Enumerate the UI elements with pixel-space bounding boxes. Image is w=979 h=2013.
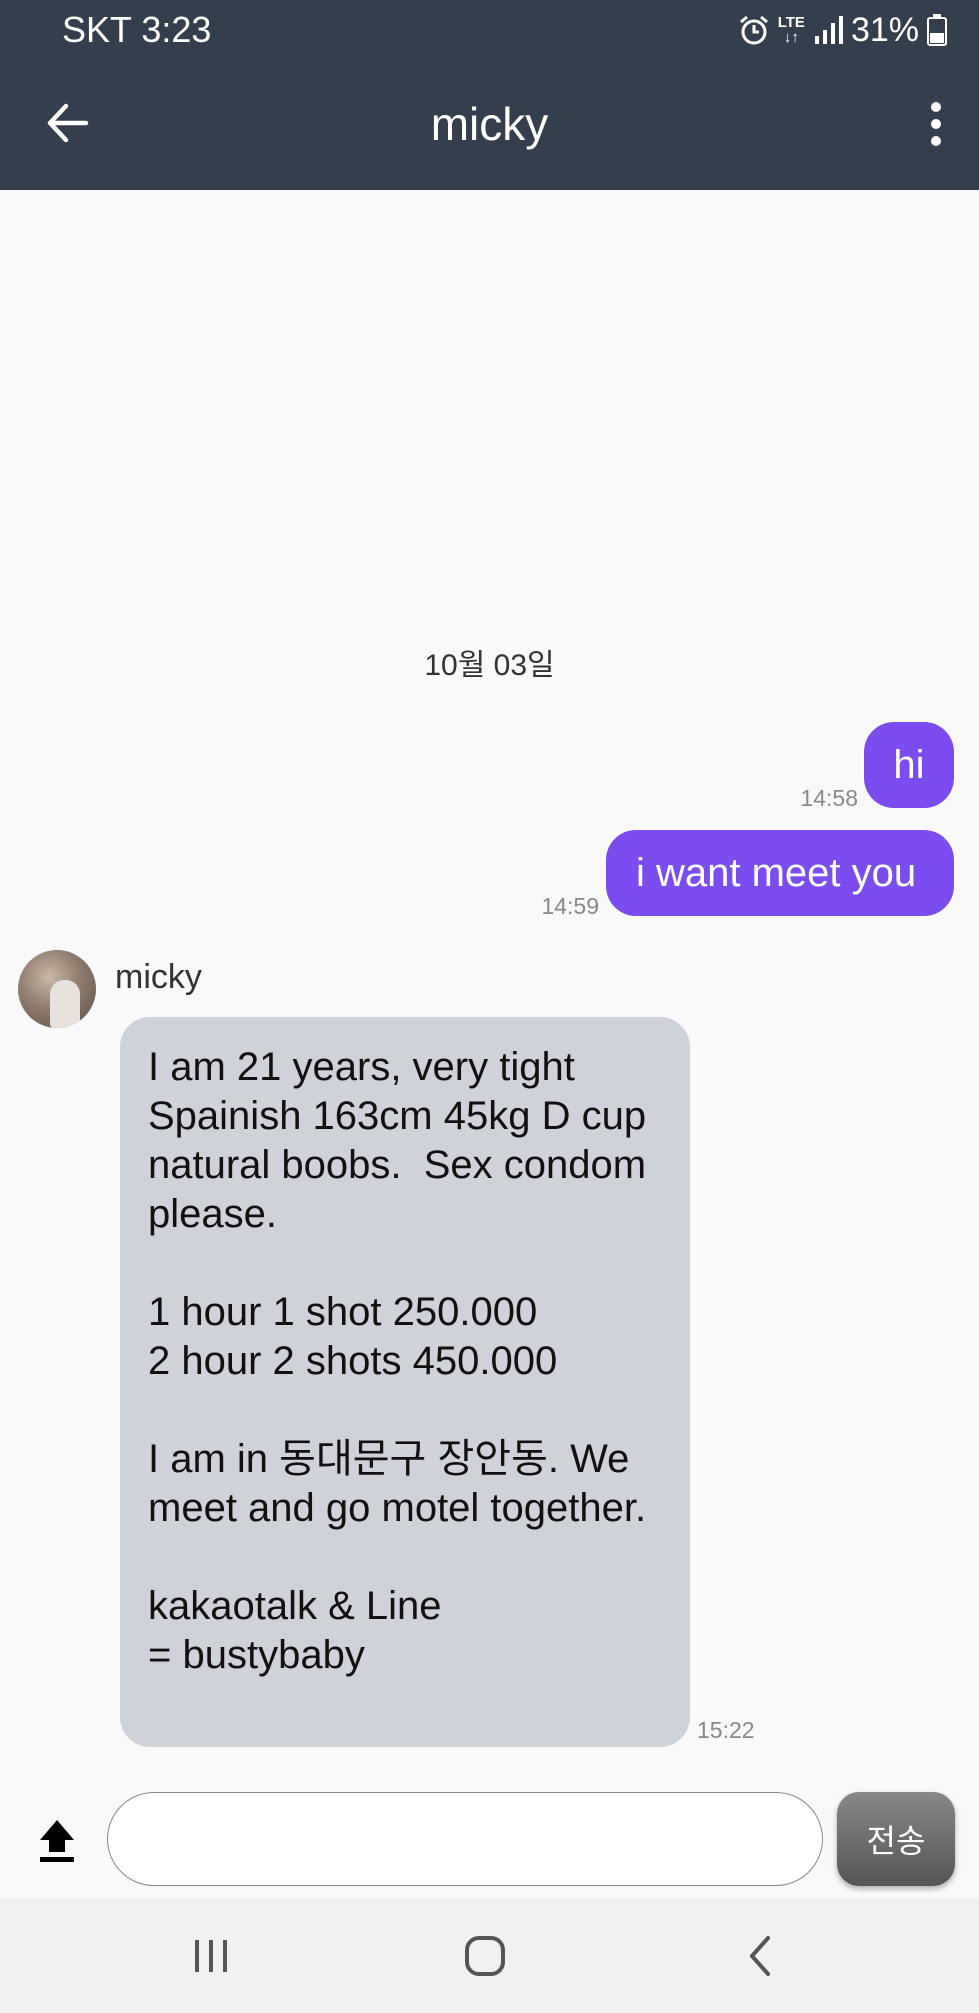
outgoing-message[interactable]: hi [864, 722, 954, 808]
home-icon[interactable] [455, 1928, 515, 1984]
alarm-icon [739, 15, 768, 45]
lte-icon: LTE ↓↑ [778, 15, 805, 45]
message-time: 15:22 [697, 1717, 755, 1743]
signal-icon [814, 16, 843, 44]
data-arrows-icon: ↓↑ [783, 29, 799, 46]
message-input[interactable] [107, 1792, 823, 1886]
status-icons: LTE ↓↑ 31% [738, 8, 947, 52]
send-button[interactable]: 전송 [837, 1792, 955, 1886]
battery-icon [927, 14, 947, 46]
sender-name: micky [115, 958, 202, 996]
status-carrier-time: SKT 3:23 [62, 9, 212, 50]
chat-title: micky [430, 98, 549, 150]
network-label: LTE [777, 14, 805, 31]
more-options-icon[interactable] [919, 100, 953, 148]
outgoing-message[interactable]: i want meet you [606, 830, 954, 916]
message-composer: 전송 [0, 1780, 979, 1898]
app-header: SKT 3:23 LTE ↓↑ 31% micky [0, 0, 979, 190]
upload-icon[interactable] [36, 1816, 78, 1864]
message-time: 14:58 [800, 785, 858, 811]
back-icon[interactable] [730, 1928, 790, 1984]
recent-apps-icon[interactable] [181, 1928, 241, 1984]
contact-avatar[interactable] [18, 950, 96, 1028]
incoming-message[interactable]: I am 21 years, very tight Spainish 163cm… [120, 1017, 690, 1747]
system-navigation-bar [0, 1898, 979, 2013]
message-time: 14:59 [541, 893, 599, 919]
battery-percent: 31% [850, 10, 919, 49]
date-separator: 10월 03일 [424, 649, 555, 682]
